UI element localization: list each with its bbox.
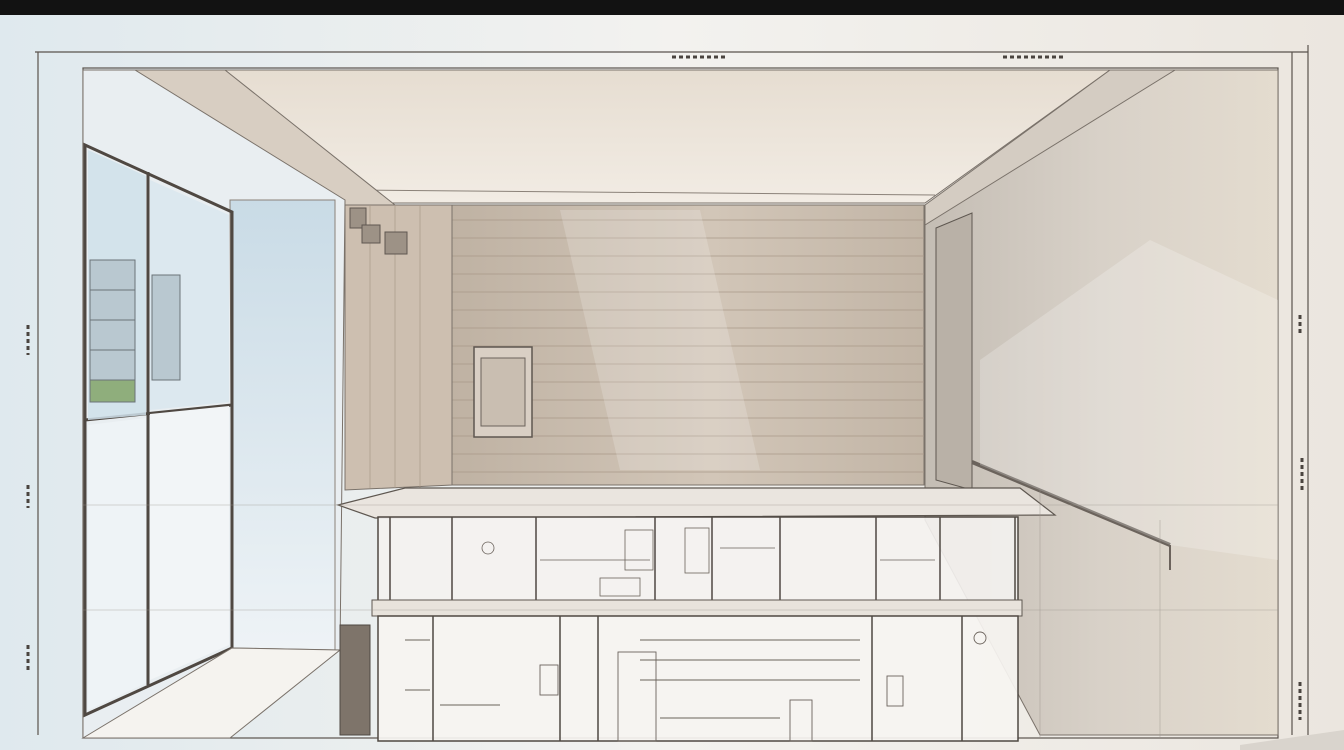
counter-band (371, 599, 1023, 617)
lower-cabinet-row (377, 615, 1019, 742)
sketch-canvas (0, 0, 1344, 750)
window-glass (88, 150, 229, 710)
right-doorway (935, 212, 973, 491)
top-frame-bar (0, 0, 1344, 15)
upper-cabinet-row (377, 516, 1019, 603)
radiator (339, 624, 371, 736)
counter-top (335, 487, 1057, 519)
wall-picture (473, 346, 533, 438)
window-sill-light (229, 199, 336, 651)
